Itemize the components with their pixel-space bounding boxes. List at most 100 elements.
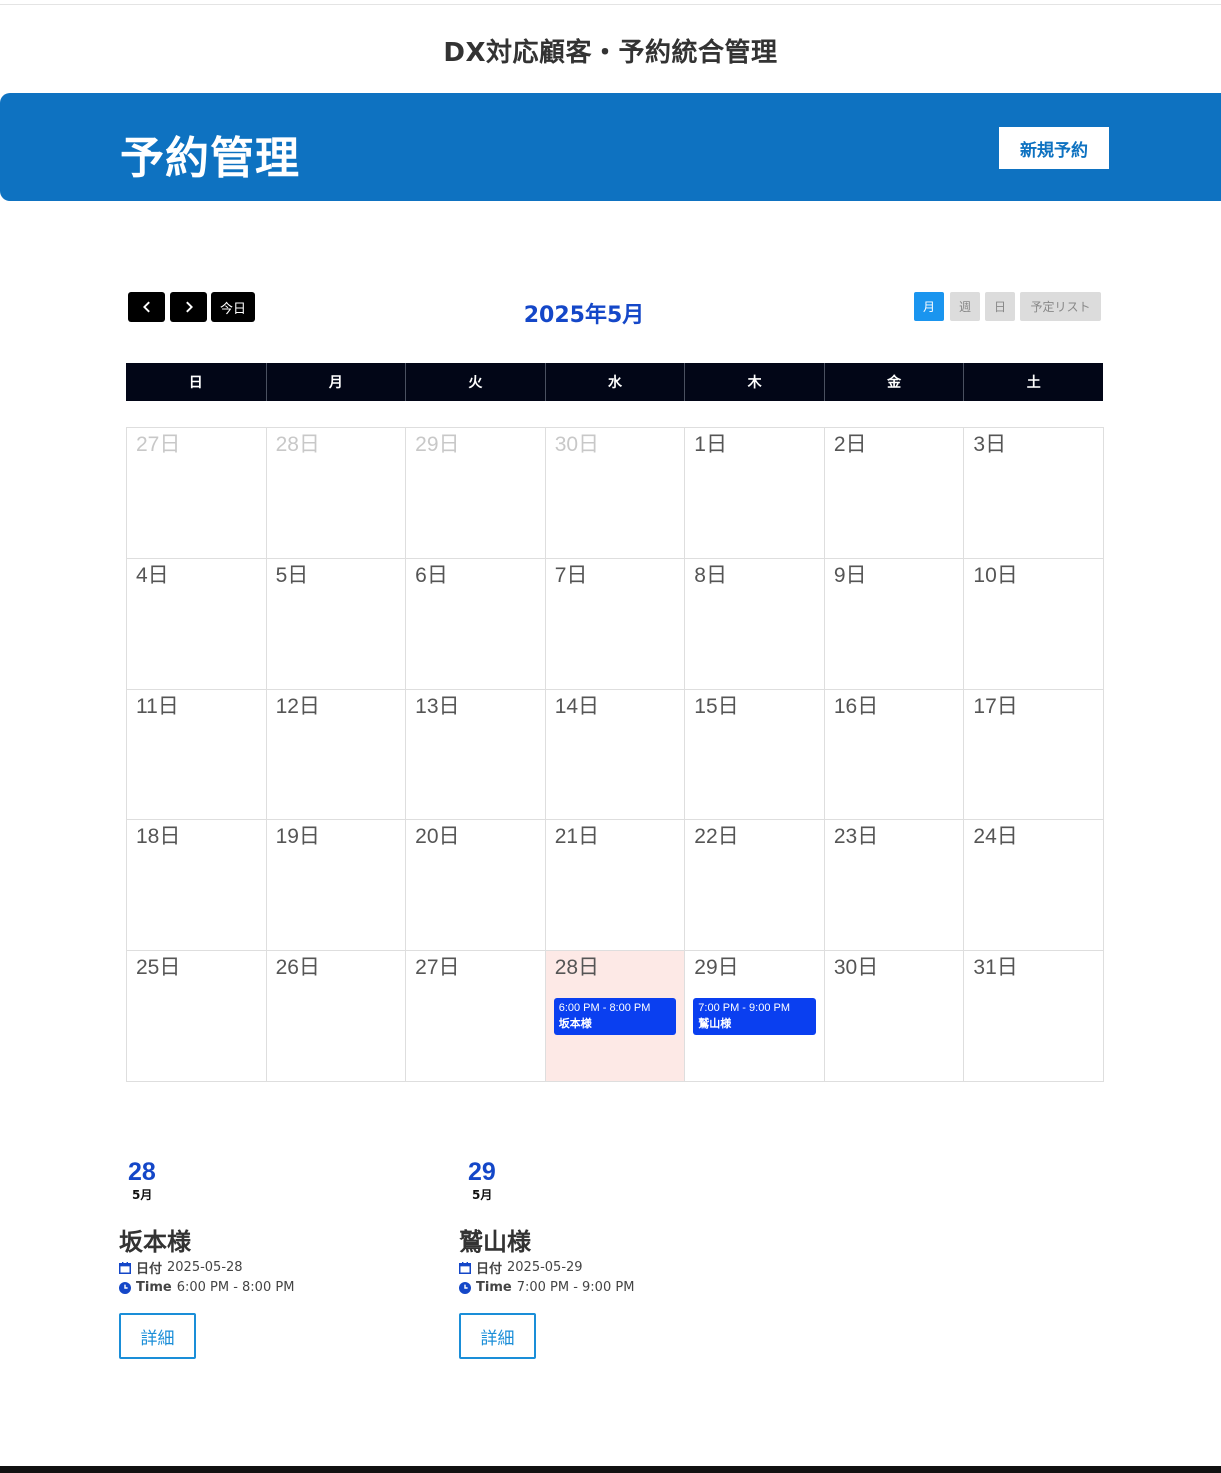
calendar-day[interactable]: 18日	[127, 820, 267, 952]
calendar-day[interactable]: 22日	[685, 820, 825, 952]
view-list-button[interactable]: 予定リスト	[1020, 292, 1101, 321]
weekday-header: 日 月 火 水 木 金 土	[126, 363, 1103, 401]
day-number: 3日	[973, 433, 1007, 456]
day-number: 31日	[973, 956, 1018, 980]
time-label: Time	[476, 1280, 512, 1295]
time-value: 7:00 PM - 9:00 PM	[516, 1280, 635, 1295]
day-number: 4日	[136, 563, 169, 587]
day-number: 1日	[694, 433, 727, 456]
day-number: 28日	[554, 956, 600, 980]
chevron-right-icon	[185, 301, 193, 313]
event-time: 6:00 PM - 8:00 PM	[558, 1002, 651, 1015]
calendar-day[interactable]: 7日	[545, 558, 686, 690]
calendar-event[interactable]: 7:00 PM - 9:00 PM 鷲山様	[693, 998, 816, 1036]
calendar-day[interactable]: 21日	[545, 820, 686, 952]
new-reservation-button[interactable]: 新規予約	[999, 127, 1109, 169]
reservation-time: Time 6:00 PM - 8:00 PM	[119, 1280, 294, 1295]
calendar-day[interactable]: 13日	[406, 689, 546, 821]
calendar-day[interactable]: 27日	[127, 428, 267, 559]
calendar-day[interactable]: 12日	[266, 689, 407, 821]
prev-month-button[interactable]	[128, 292, 165, 322]
calendar-day[interactable]: 30日	[545, 428, 686, 559]
calendar-day[interactable]: 24日	[964, 820, 1104, 952]
reservation-date: 日付 2025-05-29	[459, 1258, 583, 1277]
weekday-sat: 土	[963, 363, 1103, 401]
top-divider	[0, 4, 1221, 5]
date-value: 2025-05-29	[507, 1260, 583, 1275]
day-number: 29日	[694, 956, 739, 980]
calendar-day[interactable]: 9日	[824, 558, 965, 690]
reservation-date: 日付 2025-05-28	[119, 1258, 243, 1277]
detail-button[interactable]: 詳細	[459, 1313, 536, 1359]
detail-button[interactable]: 詳細	[119, 1313, 196, 1359]
day-number: 10日	[973, 563, 1018, 587]
calendar-day[interactable]: 20日	[406, 820, 546, 952]
today-button[interactable]: 今日	[211, 292, 255, 322]
weekday-tue: 火	[405, 363, 545, 401]
reservation-time: Time 7:00 PM - 9:00 PM	[459, 1280, 634, 1295]
day-number: 16日	[833, 694, 879, 718]
weekday-thu: 木	[684, 363, 824, 401]
card-day: 28	[128, 1158, 156, 1186]
next-month-button[interactable]	[170, 292, 207, 322]
calendar-day[interactable]: 5日	[266, 558, 407, 690]
calendar-grid: 27日 28日 29日 30日 1日 2日 3日 4日 5日 6日 7日 8日 …	[126, 427, 1104, 1082]
calendar-day[interactable]: 23日	[824, 820, 965, 952]
calendar-day[interactable]: 15日	[685, 689, 825, 821]
date-label: 日付	[136, 1262, 163, 1277]
calendar-day[interactable]: 6日	[406, 558, 546, 690]
weekday-wed: 水	[544, 363, 685, 401]
day-number: 21日	[554, 825, 600, 849]
calendar-day[interactable]: 19日	[266, 820, 407, 952]
calendar-day[interactable]: 16日	[824, 689, 965, 821]
weekday-sun: 日	[188, 375, 203, 391]
view-month-button[interactable]: 月	[914, 292, 944, 321]
day-number: 15日	[694, 694, 739, 718]
calendar-day[interactable]: 29日	[406, 428, 546, 559]
calendar-day[interactable]: 8日	[685, 558, 825, 690]
calendar-day[interactable]: 30日	[824, 951, 965, 1082]
day-number: 14日	[554, 694, 600, 718]
calendar-day[interactable]: 17日	[964, 689, 1104, 821]
time-label: Time	[136, 1280, 172, 1295]
card-month: 5月	[132, 1188, 153, 1202]
calendar-day[interactable]: 14日	[545, 689, 686, 821]
calendar-day[interactable]: 2日	[824, 428, 965, 559]
calendar-day[interactable]: 28日	[266, 428, 407, 559]
day-number: 8日	[694, 563, 727, 587]
clock-icon	[459, 1281, 471, 1294]
calendar-day-today[interactable]: 28日 6:00 PM - 8:00 PM 坂本様	[545, 951, 686, 1082]
date-value: 2025-05-28	[167, 1260, 243, 1275]
view-week-button[interactable]: 週	[950, 292, 980, 321]
customer-name: 鷲山様	[459, 1228, 531, 1256]
calendar-day[interactable]: 31日	[964, 951, 1104, 1082]
event-time: 7:00 PM - 9:00 PM	[698, 1002, 790, 1015]
card-month: 5月	[472, 1188, 493, 1202]
day-number: 18日	[136, 825, 181, 849]
calendar-day[interactable]: 3日	[964, 428, 1104, 559]
day-number: 27日	[415, 956, 460, 980]
day-number: 27日	[136, 433, 181, 456]
day-number: 7日	[554, 563, 588, 587]
day-number: 24日	[973, 825, 1018, 849]
clock-icon	[119, 1281, 131, 1294]
calendar-day[interactable]: 11日	[127, 689, 267, 821]
day-number: 22日	[694, 825, 739, 849]
date-label: 日付	[476, 1262, 503, 1277]
calendar-day[interactable]: 29日 7:00 PM - 9:00 PM 鷲山様	[685, 951, 825, 1082]
calendar-event[interactable]: 6:00 PM - 8:00 PM 坂本様	[553, 998, 677, 1036]
event-title: 鷲山様	[698, 1017, 732, 1031]
page-title: 予約管理	[120, 133, 300, 184]
calendar-day[interactable]: 25日	[127, 951, 267, 1082]
footer-bar	[0, 1466, 1221, 1473]
calendar-day[interactable]: 1日	[685, 428, 825, 559]
view-day-button[interactable]: 日	[985, 292, 1015, 321]
day-number: 26日	[275, 956, 320, 980]
day-number: 5日	[275, 563, 309, 587]
calendar-day[interactable]: 10日	[964, 558, 1104, 690]
day-number: 30日	[554, 433, 600, 456]
calendar-day[interactable]: 26日	[266, 951, 407, 1082]
calendar-day[interactable]: 27日	[406, 951, 546, 1082]
customer-name: 坂本様	[119, 1228, 191, 1256]
calendar-day[interactable]: 4日	[127, 558, 267, 690]
